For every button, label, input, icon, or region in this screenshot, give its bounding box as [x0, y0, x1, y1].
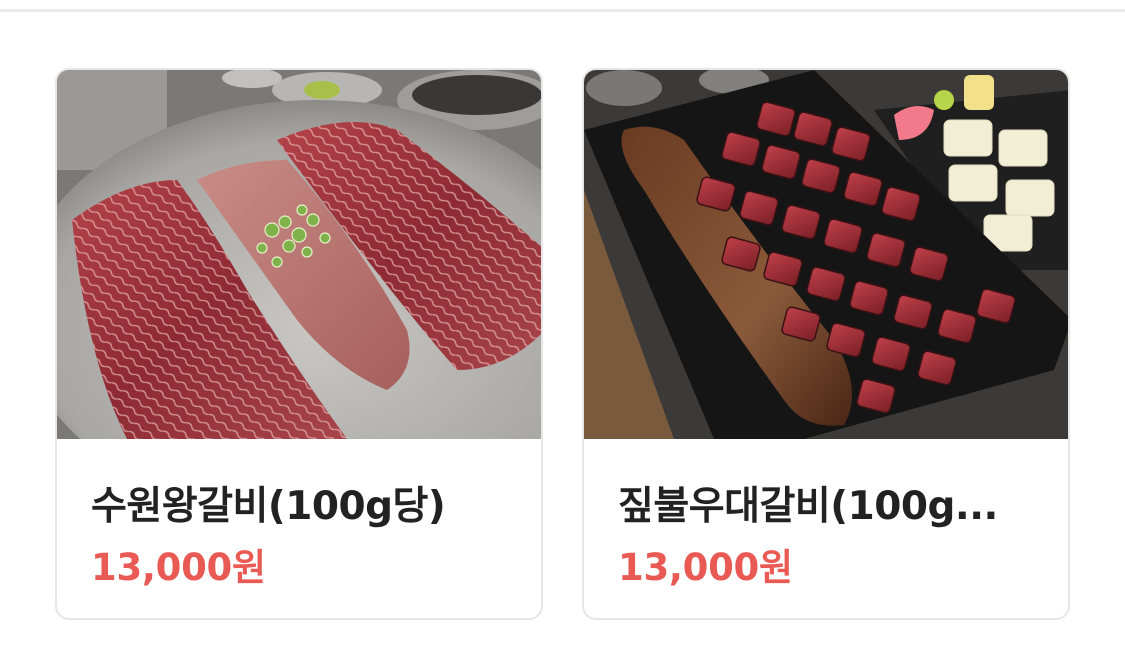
product-name[interactable]: 짚불우대갈비(100g...	[618, 475, 1038, 531]
product-price: 13,000원	[91, 546, 266, 589]
product-card-jipbul-udaegalbi[interactable]: 짚불우대갈비(100g... 13,000원	[582, 68, 1070, 620]
product-image[interactable]	[584, 70, 1068, 439]
product-name[interactable]: 수원왕갈비(100g당)	[91, 475, 511, 531]
beef-rib-photo-icon	[57, 70, 541, 439]
product-image[interactable]	[57, 70, 541, 439]
product-price: 13,000원	[618, 546, 793, 589]
top-divider	[0, 9, 1125, 12]
product-info: 수원왕갈비(100g당) 13,000원	[57, 439, 541, 618]
product-card-suwon-galbi[interactable]: 수원왕갈비(100g당) 13,000원	[55, 68, 543, 620]
product-info: 짚불우대갈비(100g... 13,000원	[584, 439, 1068, 618]
grilled-beef-rib-photo-icon	[584, 70, 1068, 439]
